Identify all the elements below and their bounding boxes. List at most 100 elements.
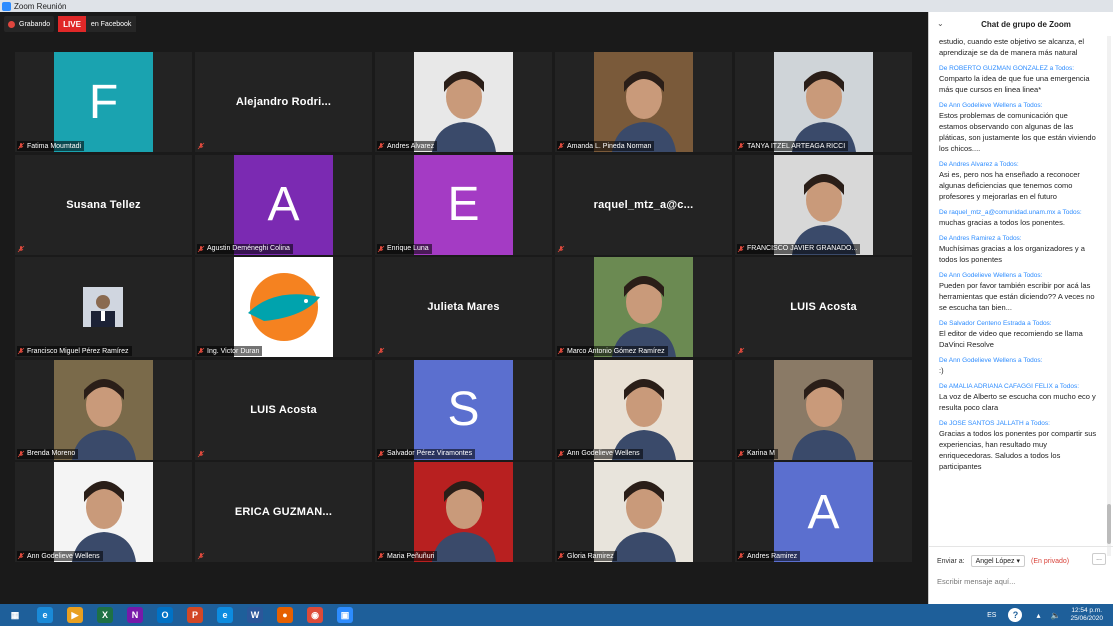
taskbar-item[interactable]: ▣	[330, 604, 360, 626]
chat-message: De Andres Alvarez a Todos: Asi es, pero n…	[939, 160, 1098, 202]
participant-tile[interactable]: F Fatima Moumtadi	[15, 52, 192, 152]
taskbar-item[interactable]: O	[150, 604, 180, 626]
taskbar-item[interactable]: X	[90, 604, 120, 626]
participant-name-label	[17, 244, 30, 254]
mic-muted-icon	[17, 347, 25, 355]
chat-footer: Enviar a: Angel López ▾ (En privado) ...…	[929, 546, 1113, 604]
language-indicator[interactable]: ES	[987, 612, 996, 619]
firefox-icon: ●	[277, 607, 293, 623]
chat-header: ⌄ Chat de grupo de Zoom	[929, 12, 1113, 36]
chat-message-sender: De AMALIA ADRIANA CAFAGGI FELIX a Todos:	[939, 383, 1080, 390]
participant-name-label	[197, 551, 210, 561]
taskbar-item[interactable]: ●	[270, 604, 300, 626]
taskbar-item[interactable]: e	[210, 604, 240, 626]
chat-message-body: :)	[939, 366, 944, 375]
mic-muted-icon	[377, 552, 385, 560]
participant-tile[interactable]: Susana Tellez	[15, 154, 192, 255]
participant-tile[interactable]: Ann Godelieve Wellens	[555, 359, 732, 460]
participant-tile[interactable]: A Andres Ramirez	[735, 462, 912, 562]
volume-icon[interactable]: 🔈	[1050, 611, 1060, 620]
chat-message-body: muchas gracias a todos los ponentes.	[939, 218, 1065, 227]
participant-tile[interactable]: Amanda L. Pineda Norman	[555, 52, 732, 152]
chat-message: De Andres Ramirez a Todos: Muchísimas gra…	[939, 234, 1098, 265]
chat-scrollbar[interactable]	[1107, 36, 1111, 556]
taskbar-item[interactable]: ▶	[60, 604, 90, 626]
recording-indicator[interactable]: Grabando	[4, 16, 55, 32]
participant-tile[interactable]: E Enrique Luna	[375, 154, 552, 255]
participant-tile[interactable]: S Salvador Pérez Viramontes	[375, 359, 552, 460]
taskbar-item[interactable]: e	[30, 604, 60, 626]
chat-message: De AMALIA ADRIANA CAFAGGI FELIX a Todos:…	[939, 382, 1098, 413]
participant-name: FRANCISCO JAVIER GRANADO...	[747, 245, 858, 252]
mic-muted-icon	[197, 245, 205, 252]
participant-tile[interactable]: Julieta Mares	[375, 257, 552, 357]
mic-muted-icon	[557, 347, 565, 355]
outlook-icon: O	[157, 607, 173, 623]
participant-display-name: LUIS Acosta	[790, 301, 857, 313]
participant-video	[83, 287, 123, 327]
taskbar-icons: ▦ e ▶ X N O Pe W ● ◉ ▣	[0, 604, 360, 626]
mic-muted-icon	[377, 142, 385, 150]
windows-taskbar: ▦ e ▶ X N O Pe W ● ◉ ▣ ES ? ▴ 🔈 12:54 p.m. 25/06/2…	[0, 604, 1113, 626]
participant-tile[interactable]: raquel_mtz_a@c...	[555, 154, 732, 255]
recipient-select[interactable]: Angel López ▾	[970, 555, 1026, 567]
participant-name-label: Ann Godelieve Wellens	[17, 551, 103, 561]
participant-name-label	[557, 244, 570, 254]
mic-muted-icon	[377, 347, 385, 355]
chat-message-list[interactable]: estudio, cuando este objetivo se alcanza…	[929, 36, 1104, 546]
participant-tile[interactable]: Ann Godelieve Wellens	[15, 462, 192, 562]
participant-tile[interactable]: ERICA GUZMAN...	[195, 462, 372, 562]
network-icon[interactable]: ▴	[1036, 611, 1040, 620]
taskbar-item[interactable]: W	[240, 604, 270, 626]
chat-message-sender: De JOSE SANTOS JALLATH a Todos:	[939, 420, 1050, 427]
send-to-label: Enviar a:	[937, 557, 965, 565]
chat-message-body: Estos problemas de comunicación que esta…	[939, 111, 1096, 153]
taskbar-item[interactable]: P	[180, 604, 210, 626]
mic-muted-icon	[737, 245, 745, 252]
participant-tile[interactable]: A Agustin Deméneghi Colina	[195, 154, 372, 255]
participant-tile[interactable]: Gloria Ramirez	[555, 462, 732, 562]
participant-tile[interactable]: Ing. Victor Duran	[195, 257, 372, 357]
participant-tile[interactable]: LUIS Acosta	[735, 257, 912, 357]
participant-video	[234, 257, 333, 357]
participant-video	[414, 462, 513, 562]
chevron-down-icon[interactable]: ⌄	[937, 19, 944, 28]
participant-tile[interactable]: Alejandro Rodri...	[195, 52, 372, 152]
media-player-icon: ▶	[67, 607, 83, 623]
participant-video	[594, 359, 693, 460]
taskbar-item[interactable]: ◉	[300, 604, 330, 626]
more-options-button[interactable]: ...	[1092, 553, 1106, 565]
help-icon[interactable]: ?	[1008, 608, 1023, 622]
video-grid: F Fatima Moumtadi Alejandro Rodri... Andres…	[15, 52, 913, 562]
participant-tile[interactable]: Andres Alvarez	[375, 52, 552, 152]
participant-tile[interactable]: TANYA ITZEL ARTEAGA RICCI	[735, 52, 912, 152]
participant-tile[interactable]: Karina M	[735, 359, 912, 460]
chat-message-sender: De Ann Godelieve Wellens a Todos:	[939, 272, 1043, 279]
chat-message: De raquel_mtz_a@comunidad.unam.mx a Todo…	[939, 208, 1098, 228]
participant-tile[interactable]: Brenda Moreno	[15, 359, 192, 460]
chat-message-input[interactable]: Escribir mensaje aquí...	[937, 577, 1015, 586]
mic-muted-icon	[557, 142, 565, 150]
scrollbar-thumb[interactable]	[1107, 504, 1111, 544]
participant-video	[54, 359, 153, 460]
participant-tile[interactable]: Marco Antonio Gómez Ramírez	[555, 257, 732, 357]
taskbar-item[interactable]: N	[120, 604, 150, 626]
live-badge[interactable]: LIVE	[58, 16, 86, 32]
record-icon	[8, 20, 15, 28]
participant-tile[interactable]: FRANCISCO JAVIER GRANADO...	[735, 154, 912, 255]
mic-muted-icon	[17, 142, 25, 150]
participant-tile[interactable]: LUIS Acosta	[195, 359, 372, 460]
participant-tile[interactable]: Francisco Miguel Pérez Ramírez	[15, 257, 192, 357]
chat-message-body: El editor de video que recomiendo se lla…	[939, 329, 1083, 349]
taskbar-item[interactable]: ▦	[0, 604, 30, 626]
participant-name-label: Marco Antonio Gómez Ramírez	[557, 346, 668, 356]
participant-video	[414, 52, 513, 152]
participant-name-label: Gloria Ramirez	[557, 551, 617, 561]
chat-message: De Salvador Centeno Estrada a Todos: El e…	[939, 319, 1098, 350]
clock[interactable]: 12:54 p.m. 25/06/2020	[1070, 607, 1103, 623]
participant-name: Ing. Victor Duran	[207, 347, 260, 355]
participant-tile[interactable]: Maria Peñuñuri	[375, 462, 552, 562]
chat-message-body: Asi es, pero nos ha enseñado a reconocer…	[939, 170, 1080, 201]
participant-name: Brenda Moreno	[27, 450, 76, 457]
participant-name-label: FRANCISCO JAVIER GRANADO...	[737, 243, 861, 254]
